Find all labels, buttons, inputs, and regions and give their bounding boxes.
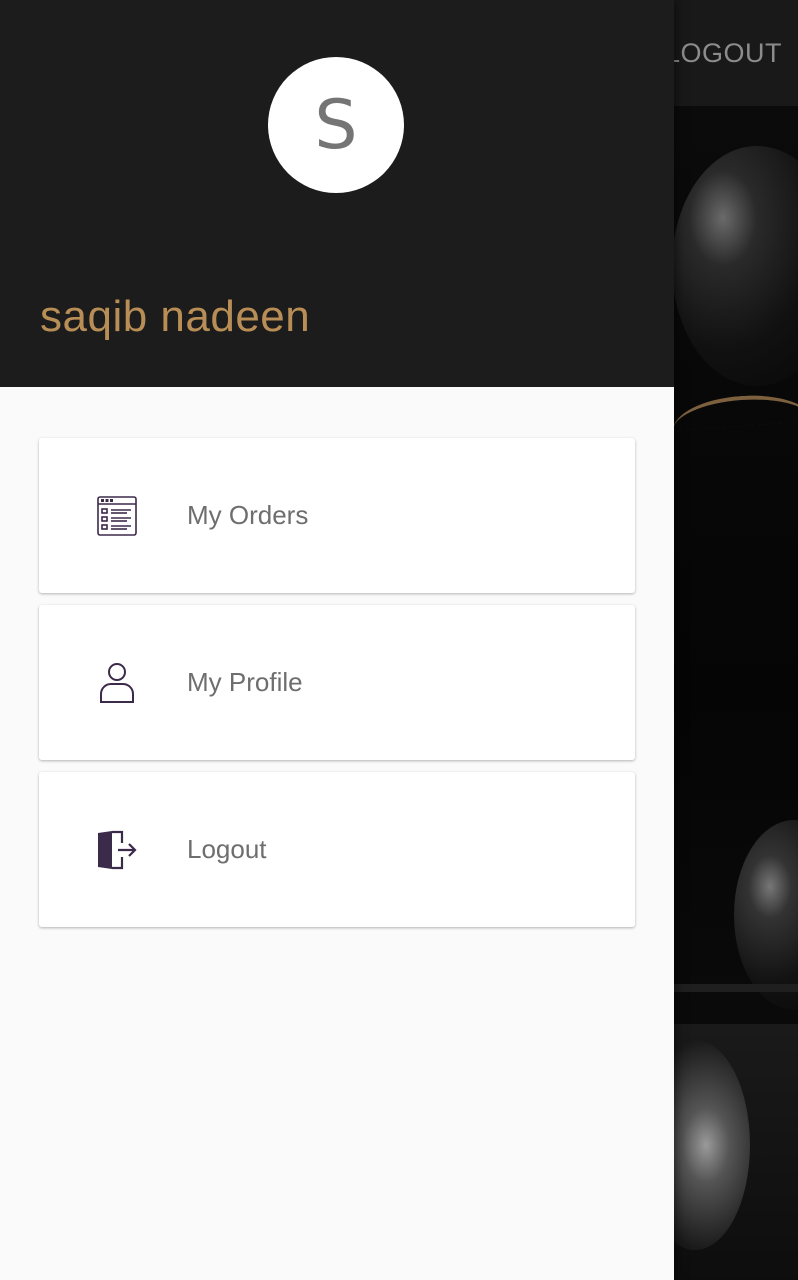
menu-item-my-orders[interactable]: My Orders: [39, 438, 635, 593]
user-icon: [95, 661, 139, 705]
menu-item-label: Logout: [187, 834, 267, 864]
drawer-menu: My Orders My Profile Logout: [39, 438, 635, 939]
menu-item-label: My Profile: [187, 667, 303, 697]
navigation-drawer: S saqib nadeen My Orders My Profile Logo…: [0, 0, 674, 1280]
avatar-initial: S: [314, 85, 358, 165]
avatar: S: [268, 57, 404, 193]
user-name: saqib nadeen: [40, 292, 311, 341]
drawer-header: S saqib nadeen: [0, 0, 674, 387]
topbar-logout-button[interactable]: LOGOUT: [665, 38, 782, 69]
menu-item-my-profile[interactable]: My Profile: [39, 605, 635, 760]
ledge-image: [672, 984, 798, 992]
menu-item-label: My Orders: [187, 500, 309, 530]
orders-list-icon: [95, 494, 139, 538]
logout-door-icon: [95, 828, 139, 872]
menu-item-logout[interactable]: Logout: [39, 772, 635, 927]
